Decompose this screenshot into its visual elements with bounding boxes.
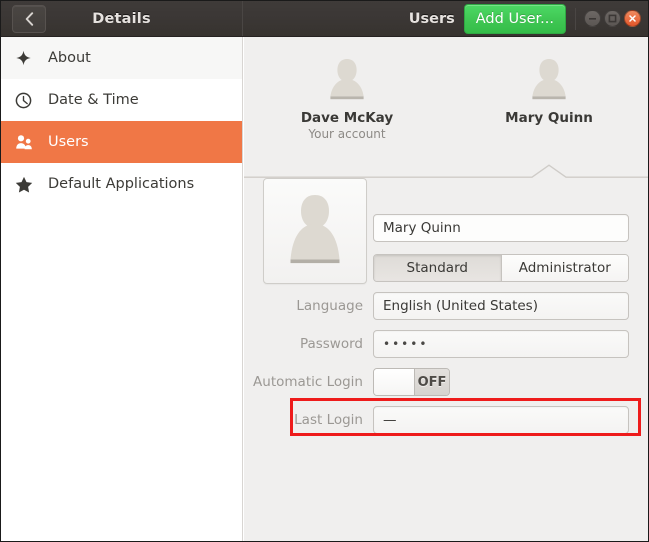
sparkle-icon (15, 48, 39, 68)
account-type-option-standard[interactable]: Standard (374, 255, 502, 281)
settings-window: Details Users Add User... (0, 0, 649, 542)
minimize-icon (588, 14, 597, 23)
user-tile-dave-mckay[interactable]: Dave McKay Your account (272, 55, 422, 141)
users-icon (15, 132, 39, 152)
titlebar-left-section: Details (1, 1, 243, 36)
language-value[interactable]: English (United States) (373, 292, 629, 320)
back-button[interactable] (12, 5, 46, 33)
close-button[interactable] (624, 10, 641, 27)
sidebar-item-date-time[interactable]: Date & Time (1, 79, 242, 121)
add-user-button[interactable]: Add User... (464, 4, 566, 34)
name-input[interactable]: Mary Quinn (373, 214, 629, 242)
form-row-language: Language English (United States) (244, 292, 648, 320)
user-list-strip: Dave McKay Your account Mary Quinn (244, 37, 648, 164)
account-type-option-administrator[interactable]: Administrator (502, 255, 629, 281)
sidebar-item-label: Date & Time (48, 92, 139, 108)
person-avatar-icon (324, 55, 370, 103)
toggle-knob (374, 369, 415, 395)
automatic-login-toggle[interactable]: OFF (373, 368, 450, 396)
user-detail-form: Mary Quinn Account Type Standard Adminis… (244, 164, 648, 434)
minimize-button[interactable] (584, 10, 601, 27)
last-login-label: Last Login (244, 412, 373, 428)
sidebar-item-label: About (48, 50, 91, 66)
user-name: Mary Quinn (505, 110, 593, 126)
form-row-automatic-login: Automatic Login OFF (244, 368, 648, 396)
account-type-segmented-control: Standard Administrator (373, 254, 629, 282)
sidebar-item-label: Users (48, 134, 89, 150)
person-avatar-icon (526, 55, 572, 103)
language-label: Language (244, 298, 373, 314)
window-titlebar: Details Users Add User... (1, 1, 648, 37)
user-subtitle: Your account (308, 127, 385, 141)
form-row-password: Password ••••• (244, 330, 648, 358)
main-panel: Dave McKay Your account Mary Quinn (244, 37, 648, 541)
user-tile-mary-quinn[interactable]: Mary Quinn (474, 55, 624, 127)
sidebar-item-default-applications[interactable]: Default Applications (1, 163, 242, 205)
close-icon (628, 14, 637, 23)
window-controls (575, 8, 641, 30)
last-login-value[interactable]: — (373, 406, 629, 434)
maximize-button[interactable] (604, 10, 621, 27)
star-icon (15, 174, 39, 194)
titlebar-right-section: Users Add User... (243, 1, 648, 36)
user-avatar-button[interactable] (263, 178, 367, 284)
password-value[interactable]: ••••• (373, 330, 629, 358)
user-name: Dave McKay (301, 110, 393, 126)
person-avatar-large-icon (275, 187, 355, 275)
automatic-login-label: Automatic Login (244, 374, 373, 390)
form-row-last-login: Last Login — (244, 406, 648, 434)
maximize-icon (608, 14, 617, 23)
sidebar: About Date & Time Users (1, 37, 243, 541)
section-label: Users (409, 11, 455, 27)
clock-icon (15, 90, 39, 110)
sidebar-item-about[interactable]: About (1, 37, 242, 79)
sidebar-item-users[interactable]: Users (1, 121, 242, 163)
password-label: Password (244, 336, 373, 352)
sidebar-item-label: Default Applications (48, 176, 194, 192)
chevron-left-icon (25, 12, 34, 26)
toggle-state-label: OFF (415, 369, 449, 395)
